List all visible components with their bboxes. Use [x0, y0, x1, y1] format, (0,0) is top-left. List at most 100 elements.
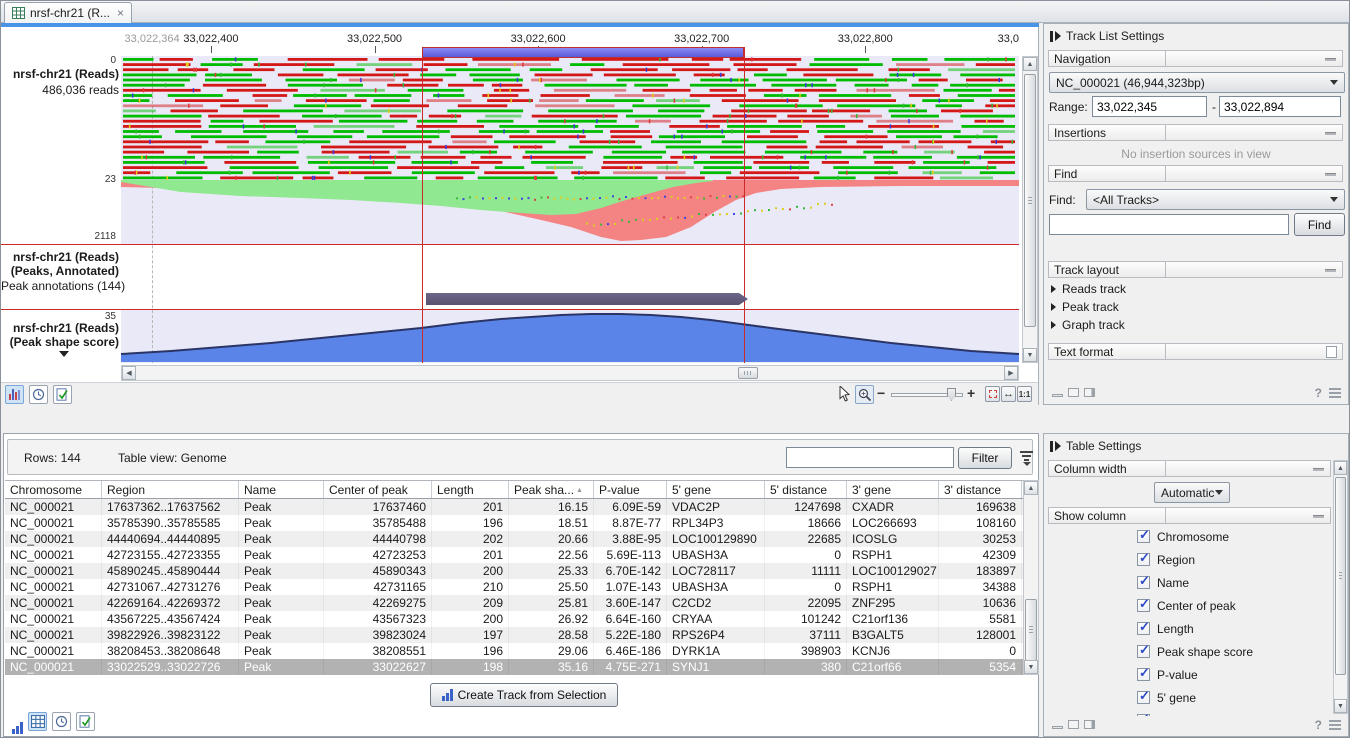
table-row[interactable]: NC_00002135785390..35785585Peak357854881…: [5, 515, 1023, 531]
collapse-section-icon[interactable]: [1313, 515, 1324, 518]
zoom-100-button[interactable]: 1:1: [1017, 386, 1032, 402]
checkbox-checked[interactable]: ✓: [1137, 691, 1150, 704]
fit-width-button[interactable]: ↔: [1001, 386, 1016, 402]
zoom-to-selection-button[interactable]: [985, 386, 1000, 402]
checkbox-checked[interactable]: ✓: [1137, 599, 1150, 612]
create-track-from-selection-button[interactable]: Create Track from Selection: [430, 683, 618, 707]
zoom-out-minus[interactable]: −: [877, 385, 885, 401]
horizontal-scrollbar[interactable]: ◀ ▶: [121, 365, 1019, 381]
column-header[interactable]: 5' distance: [765, 481, 847, 498]
column-header[interactable]: 5' gene: [667, 481, 765, 498]
table-row[interactable]: NC_00002144440694..44440895Peak444407982…: [5, 531, 1023, 547]
column-header[interactable]: 3' gene: [847, 481, 939, 498]
panel-collapse-icon[interactable]: [1050, 441, 1053, 452]
help-button[interactable]: ?: [1315, 718, 1322, 732]
scroll-down-button[interactable]: ▼: [1023, 348, 1037, 362]
scroll-thumb[interactable]: [1025, 599, 1037, 661]
table-view-mode-button[interactable]: [28, 712, 47, 731]
panel-collapse-icon[interactable]: [1050, 31, 1053, 42]
table-row[interactable]: NC_00002139822926..39823122Peak398230241…: [5, 627, 1023, 643]
scroll-down-button[interactable]: ▼: [1334, 699, 1347, 713]
advanced-filter-icon[interactable]: [1018, 449, 1036, 467]
checkbox-checked[interactable]: ✓: [1137, 553, 1150, 566]
collapse-section-icon[interactable]: [1325, 132, 1336, 135]
track-layout-item[interactable]: Reads track: [1051, 282, 1126, 296]
peak-annotation-arrow[interactable]: [426, 293, 748, 305]
checkbox-checked[interactable]: ✓: [1137, 622, 1150, 635]
show-column-section-header[interactable]: Show column: [1048, 507, 1331, 524]
filter-input[interactable]: [786, 447, 954, 468]
column-width-select[interactable]: Automatic: [1154, 482, 1230, 503]
scroll-up-button[interactable]: ▲: [1334, 461, 1347, 475]
column-header[interactable]: Peak sha...▲: [509, 481, 594, 498]
table-vertical-scrollbar[interactable]: ▲ ▼: [1023, 480, 1039, 675]
panel-menu-icon[interactable]: [1329, 388, 1341, 398]
find-query-input[interactable]: [1049, 214, 1289, 235]
scroll-thumb[interactable]: [1024, 74, 1036, 327]
column-header[interactable]: Region: [102, 481, 239, 498]
column-header[interactable]: Chromosome: [5, 481, 102, 498]
zoom-slider-thumb[interactable]: [947, 388, 956, 401]
history-view-button[interactable]: [29, 385, 48, 404]
dock-panel-icon[interactable]: [1084, 388, 1095, 397]
find-button[interactable]: Find: [1294, 213, 1345, 236]
help-button[interactable]: ?: [1315, 386, 1322, 400]
table-row[interactable]: NC_00002142269164..42269372Peak422692752…: [5, 595, 1023, 611]
scroll-thumb[interactable]: [738, 367, 758, 379]
panel-menu-icon[interactable]: [1329, 720, 1341, 730]
scroll-up-button[interactable]: ▲: [1023, 57, 1037, 71]
float-panel-icon[interactable]: [1068, 388, 1079, 397]
scroll-right-button[interactable]: ▶: [1004, 366, 1018, 380]
scroll-left-button[interactable]: ◀: [122, 366, 136, 380]
track-collapse-handle[interactable]: [59, 351, 69, 357]
collapse-section-icon[interactable]: [1313, 468, 1324, 471]
column-header[interactable]: Length: [432, 481, 509, 498]
chart-view-icon[interactable]: [12, 722, 23, 734]
vertical-scrollbar[interactable]: ▲ ▼: [1022, 56, 1038, 363]
table-row-selected[interactable]: NC_00002133022529..33022726Peak330226271…: [5, 659, 1023, 675]
column-width-section-header[interactable]: Column width: [1048, 460, 1331, 477]
selection-region[interactable]: [422, 47, 744, 58]
element-info-button[interactable]: [53, 385, 72, 404]
collapse-all-icon[interactable]: [1052, 726, 1063, 729]
checkbox-checked[interactable]: ✓: [1137, 668, 1150, 681]
float-panel-icon[interactable]: [1068, 720, 1079, 729]
find-scope-select[interactable]: <All Tracks>: [1086, 189, 1345, 210]
zoom-in-plus[interactable]: +: [967, 385, 975, 401]
column-header[interactable]: Center of peak: [324, 481, 432, 498]
scroll-up-button[interactable]: ▲: [1024, 481, 1038, 495]
collapse-section-icon[interactable]: [1325, 173, 1336, 176]
table-row[interactable]: NC_00002138208453..38208648Peak382085511…: [5, 643, 1023, 659]
find-section-header[interactable]: Find: [1048, 165, 1343, 182]
column-header[interactable]: Name: [239, 481, 324, 498]
collapse-section-icon[interactable]: [1325, 269, 1336, 272]
history-view-button[interactable]: [52, 712, 71, 731]
table-row[interactable]: NC_00002142723155..42723355Peak427232532…: [5, 547, 1023, 563]
contig-select[interactable]: NC_000021 (46,944,323bp): [1049, 72, 1345, 93]
table-row[interactable]: NC_00002142731067..42731276Peak427311652…: [5, 579, 1023, 595]
insertions-section-header[interactable]: Insertions: [1048, 124, 1343, 141]
table-row[interactable]: NC_00002145890245..45890444Peak458903432…: [5, 563, 1023, 579]
filter-button[interactable]: Filter: [958, 447, 1012, 469]
checkbox-checked[interactable]: ✓: [1137, 576, 1150, 589]
track-view-mode-button[interactable]: [5, 385, 24, 404]
dock-panel-icon[interactable]: [1084, 720, 1095, 729]
scroll-down-button[interactable]: ▼: [1024, 660, 1038, 674]
column-header[interactable]: 3' distance: [939, 481, 1022, 498]
track-layout-section-header[interactable]: Track layout: [1048, 261, 1343, 278]
zoom-in-tool-button[interactable]: [855, 385, 874, 404]
column-header[interactable]: P-value: [594, 481, 667, 498]
text-format-section-header[interactable]: Text format: [1048, 343, 1343, 360]
close-icon[interactable]: ×: [117, 6, 124, 20]
track-view[interactable]: 33,022,36433,022,40033,022,50033,022,600…: [1, 27, 1039, 405]
track-layout-item[interactable]: Peak track: [1051, 300, 1119, 314]
collapse-section-icon[interactable]: [1325, 58, 1336, 61]
range-to-input[interactable]: [1219, 96, 1341, 117]
navigation-section-header[interactable]: Navigation: [1048, 50, 1343, 67]
cursor-tool-icon[interactable]: [839, 386, 853, 402]
table-row[interactable]: NC_00002117637362..17637562Peak176374602…: [5, 499, 1023, 515]
settings-scrollbar[interactable]: ▲ ▼: [1333, 460, 1348, 714]
scroll-thumb[interactable]: [1335, 477, 1346, 675]
collapse-all-icon[interactable]: [1052, 394, 1063, 397]
table-row[interactable]: NC_00002143567225..43567424Peak435673232…: [5, 611, 1023, 627]
